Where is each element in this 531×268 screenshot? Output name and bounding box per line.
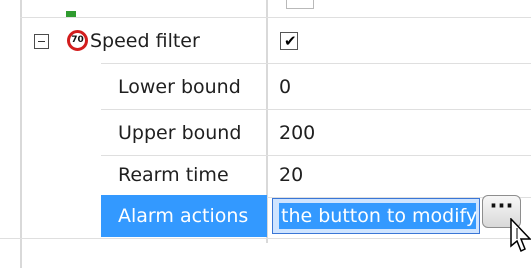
speed-filter-checkbox[interactable]: ✔ — [280, 32, 298, 50]
collapse-minus-icon[interactable] — [34, 34, 49, 49]
lower-bound-row[interactable]: Lower bound 0 — [0, 64, 531, 110]
upper-bound-label: Upper bound — [118, 122, 242, 144]
lower-bound-label: Lower bound — [118, 76, 241, 98]
speed-filter-row[interactable]: 70 Speed filter ✔ — [0, 18, 531, 64]
rearm-time-row[interactable]: Rearm time 20 — [0, 152, 531, 198]
speed-limit-70-icon: 70 — [67, 30, 88, 51]
partial-checkbox-top — [286, 0, 314, 9]
speed-filter-label: Speed filter — [90, 30, 200, 52]
alarm-actions-label: Alarm actions — [118, 205, 249, 227]
green-status-icon — [66, 0, 76, 17]
lower-bound-value[interactable]: 0 — [279, 64, 291, 110]
checkmark-icon: ✔ — [284, 32, 297, 50]
upper-bound-row[interactable]: Upper bound 200 — [0, 110, 531, 156]
rearm-time-value[interactable]: 20 — [279, 152, 303, 198]
mouse-pointer-icon — [508, 217, 531, 258]
alarm-actions-value[interactable]: the button to modify — [281, 193, 477, 239]
upper-bound-value[interactable]: 200 — [279, 110, 315, 156]
property-grid: 70 Speed filter ✔ Lower bound 0 Upper bo… — [0, 0, 531, 268]
rearm-time-label: Rearm time — [118, 164, 229, 186]
